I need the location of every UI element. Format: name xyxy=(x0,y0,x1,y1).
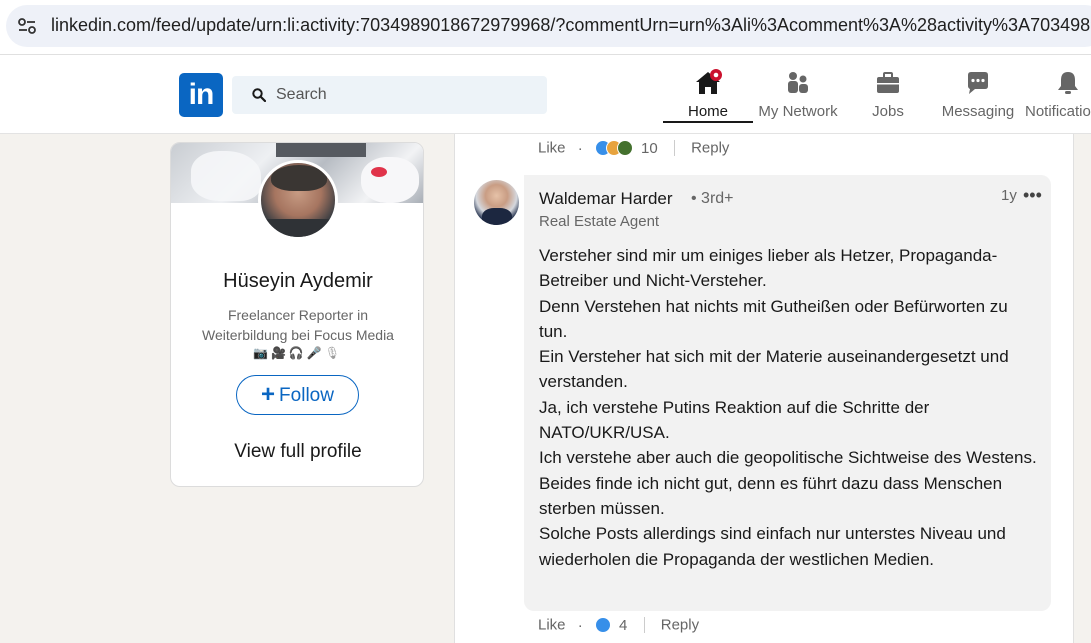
more-options-icon[interactable]: ••• xyxy=(1023,185,1042,206)
nav-item-my-network[interactable]: My Network xyxy=(753,69,843,121)
nav-item-home[interactable]: Home xyxy=(663,69,753,121)
reply-button[interactable]: Reply xyxy=(691,140,729,157)
nav-item-jobs[interactable]: Jobs xyxy=(843,69,933,121)
home-icon xyxy=(696,69,722,94)
like-button[interactable]: Like xyxy=(538,617,566,634)
comment-author[interactable]: Waldemar Harder xyxy=(539,189,673,209)
nav-label-notifications: Notifications xyxy=(1025,103,1091,120)
connection-degree: • 3rd+ xyxy=(691,190,734,207)
comment-actions: Like · 4 Reply xyxy=(538,616,700,634)
reactions-summary[interactable]: 4 xyxy=(594,616,632,634)
avatar[interactable] xyxy=(258,160,338,240)
reaction-count: 4 xyxy=(619,616,628,634)
nav-label-messaging: Messaging xyxy=(941,103,1015,120)
briefcase-icon xyxy=(877,72,899,93)
search-input[interactable] xyxy=(276,76,536,114)
nav-item-notifications[interactable]: Notifications xyxy=(1023,69,1091,121)
linkedin-logo[interactable]: in xyxy=(179,73,223,117)
browser-address-bar: linkedin.com/feed/update/urn:li:activity… xyxy=(0,0,1091,55)
reactions-summary[interactable]: 10 xyxy=(594,139,662,157)
url-text[interactable]: linkedin.com/feed/update/urn:li:activity… xyxy=(51,15,1091,36)
prev-comment-actions: Like · 10 Reply xyxy=(538,139,730,157)
nav-label-jobs: Jobs xyxy=(872,103,904,120)
site-settings-icon[interactable] xyxy=(18,18,36,34)
profile-name[interactable]: Hüseyin Aydemir xyxy=(171,270,423,293)
global-nav: in Home My Network Jobs xyxy=(0,55,1091,134)
profile-headline: Freelancer Reporter in Weiterbildung bei… xyxy=(202,307,394,343)
search-box[interactable] xyxy=(232,76,547,114)
follow-label: Follow xyxy=(279,385,334,406)
comment-line: Solche Posts allerdings sind einfach nur… xyxy=(539,524,1006,569)
profile-emoji-line: 📷🎥🎧🎤🎙 xyxy=(253,346,343,360)
comment-bubble: Waldemar Harder • 3rd+ Real Estate Agent… xyxy=(524,175,1051,611)
people-icon xyxy=(788,72,808,93)
comment-line: Beides finde ich nicht gut, denn es führ… xyxy=(539,473,1003,518)
comment-line: Ich verstehe aber auch die geopolitische… xyxy=(539,448,1037,468)
nav-label-home: Home xyxy=(687,103,728,120)
comment-text: Versteher sind mir um einiges lieber als… xyxy=(539,243,1039,572)
comment-line: Versteher sind mir um einiges lieber als… xyxy=(539,246,998,291)
comment-author-role: Real Estate Agent xyxy=(539,213,660,230)
reply-button[interactable]: Reply xyxy=(661,617,699,634)
comment-timestamp: 1y xyxy=(1001,187,1017,204)
chat-icon xyxy=(968,72,988,94)
like-reaction-icon xyxy=(594,617,611,634)
comment-line: Ein Versteher hat sich mit der Materie a… xyxy=(539,347,1009,392)
nav-label-my-network: My Network xyxy=(758,103,838,120)
search-icon xyxy=(252,88,266,102)
bell-icon xyxy=(1058,72,1078,94)
reaction-count: 10 xyxy=(641,139,658,157)
active-tab-indicator xyxy=(663,121,753,123)
plus-icon: + xyxy=(261,381,276,408)
profile-card: Hüseyin Aydemir Freelancer Reporter in W… xyxy=(170,142,424,487)
commenter-avatar[interactable] xyxy=(474,180,519,225)
celebrate-reaction-icon xyxy=(616,140,633,157)
comment-line: Denn Verstehen hat nichts mit Gutheißen … xyxy=(539,296,1008,341)
view-full-profile-link[interactable]: View full profile xyxy=(171,441,423,463)
comment-line: Ja, ich verstehe Putins Reaktion auf die… xyxy=(539,397,930,443)
follow-button[interactable]: + Follow xyxy=(236,375,359,415)
nav-item-messaging[interactable]: Messaging xyxy=(933,69,1023,121)
like-button[interactable]: Like xyxy=(538,140,566,157)
